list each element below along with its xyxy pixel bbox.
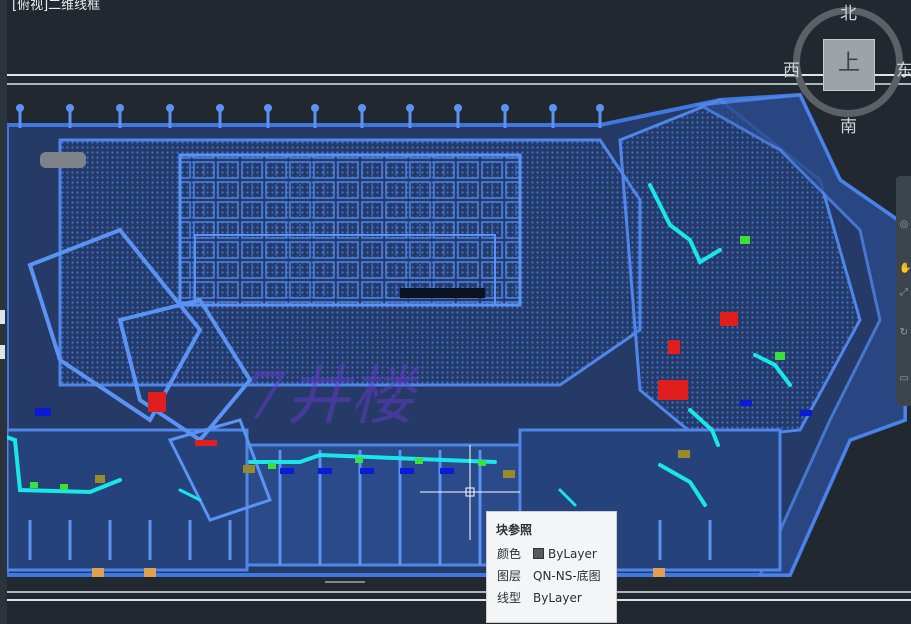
tooltip-key: 颜色	[497, 547, 522, 561]
wcs-menu-button[interactable]	[40, 152, 86, 168]
compass-north[interactable]: 北	[840, 0, 857, 24]
compass-east[interactable]: 东	[896, 56, 911, 81]
tooltip-row-linetype: 线型 ByLayer	[497, 589, 582, 607]
tooltip-key: 图层	[497, 569, 522, 583]
viewcube[interactable]: 上 北 南 西 东	[783, 0, 911, 137]
tooltip-value: QN-NS-底图	[533, 569, 601, 583]
building-plan	[5, 92, 907, 577]
drawing-watermark: 7井楼	[245, 360, 421, 434]
viewport-label[interactable]: [俯视]二维线框	[12, 0, 100, 13]
zoom-extents-icon[interactable]: ⤢	[899, 286, 909, 300]
orbit-icon[interactable]: ↻	[899, 326, 909, 340]
tooltip-row-color: 颜色 ByLayer	[497, 545, 597, 563]
full-navigation-wheel-icon[interactable]: ◎	[899, 218, 909, 232]
color-swatch	[533, 548, 544, 559]
compass-west[interactable]: 西	[783, 56, 800, 81]
tooltip-title: 块参照	[496, 523, 533, 537]
tooltip-row-layer: 图层 QN-NS-底图	[497, 567, 601, 585]
drawing-canvas[interactable]: 7井楼	[0, 0, 911, 624]
left-panel-marker	[0, 345, 5, 359]
tooltip-value: ByLayer	[533, 591, 582, 605]
compass-south[interactable]: 南	[840, 112, 857, 137]
block-reference-tooltip: 块参照 颜色 ByLayer 图层 QN-NS-底图 线型 ByLayer	[486, 511, 617, 623]
viewcube-top-face[interactable]: 上	[823, 39, 875, 91]
showmotion-icon[interactable]: ▭	[899, 372, 909, 386]
pan-icon[interactable]: ✋	[899, 262, 911, 276]
tooltip-key: 线型	[497, 591, 522, 605]
tooltip-value: ByLayer	[548, 547, 597, 561]
left-panel-marker	[0, 310, 5, 324]
